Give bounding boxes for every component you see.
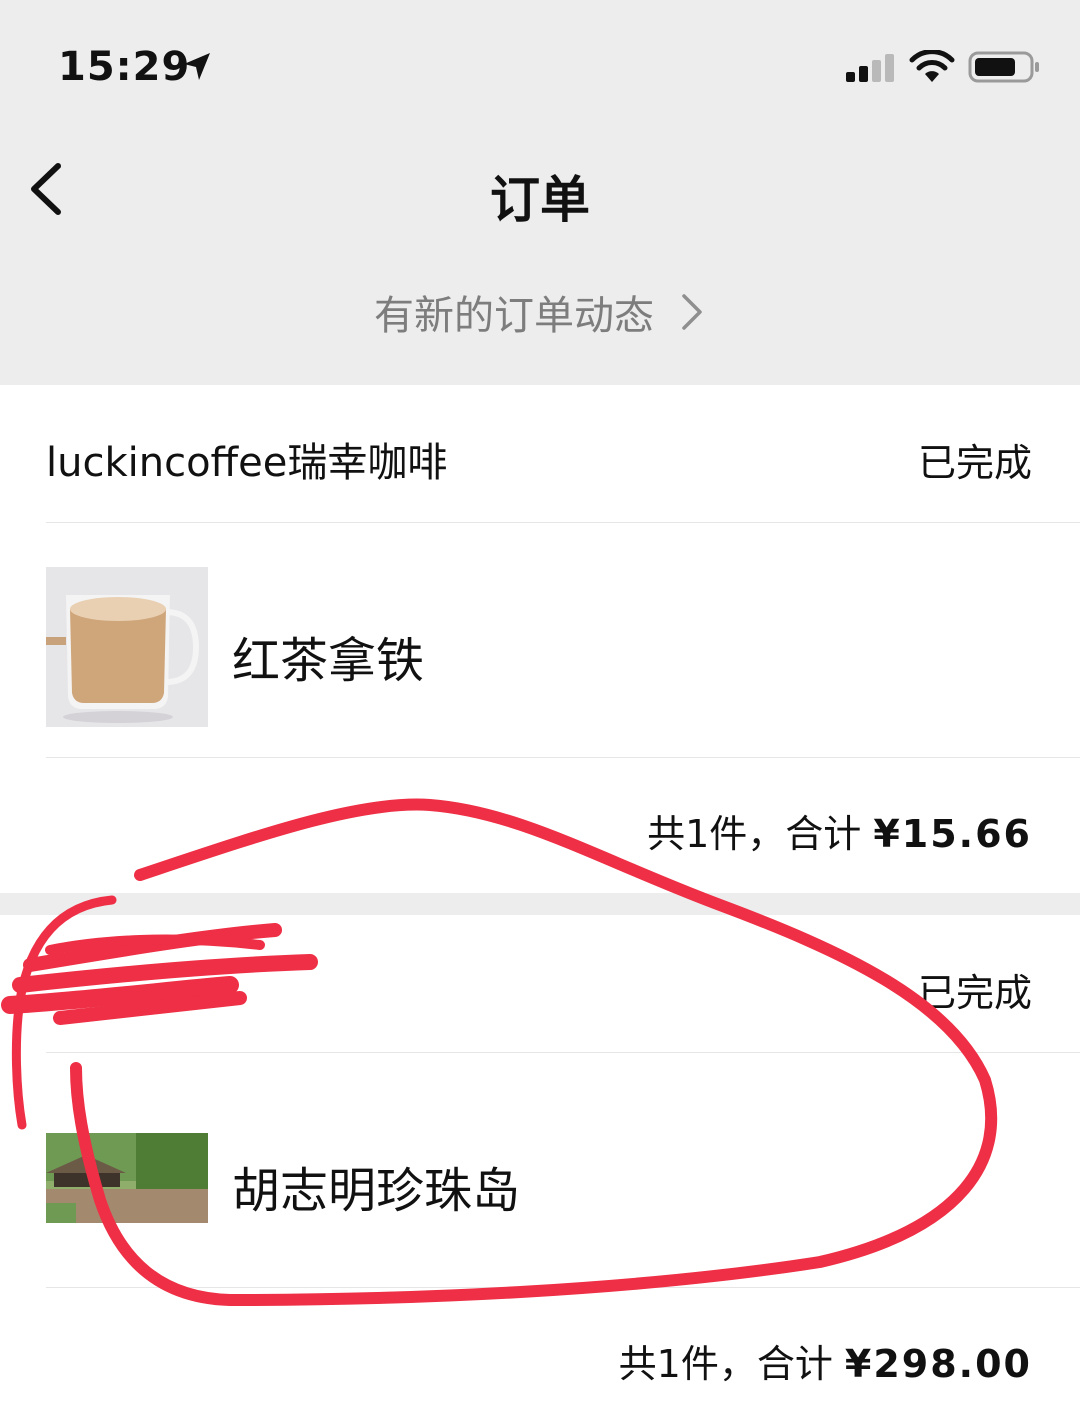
cellular-signal-icon	[846, 54, 894, 82]
card-separator	[0, 893, 1080, 915]
product-thumbnail	[46, 567, 208, 727]
order-news-label: 有新的订单动态	[374, 293, 654, 339]
order-summary: 共1件，合计 ¥298.00	[619, 1333, 1032, 1388]
status-time: 15:29	[58, 44, 191, 90]
chevron-right-icon	[682, 294, 702, 330]
order-status: 已完成	[917, 441, 1032, 485]
item-name: 红茶拿铁	[232, 633, 425, 689]
divider	[46, 1287, 1080, 1288]
item-name: 胡志明珍珠岛	[232, 1163, 521, 1219]
wifi-icon	[909, 50, 955, 82]
header: 15:29 订单 有新的订单动态	[0, 0, 1080, 385]
summary-count: 共1件，合计	[618, 1342, 833, 1386]
order-summary: 共1件，合计 ¥15.66	[647, 803, 1032, 858]
store-name: luckincoffee瑞幸咖啡	[46, 440, 448, 486]
location-arrow-icon	[184, 53, 210, 80]
order-card[interactable]: 已完成 胡志明珍珠岛 共1件，合计 ¥298.00	[0, 915, 1080, 1418]
product-thumbnail	[46, 1133, 208, 1223]
divider	[46, 757, 1080, 758]
order-status: 已完成	[917, 971, 1032, 1015]
order-total: ¥15.66	[873, 812, 1032, 856]
summary-count: 共1件，合计	[647, 812, 862, 856]
order-news-link[interactable]: 有新的订单动态	[0, 282, 1080, 342]
battery-icon	[968, 51, 1039, 83]
order-card[interactable]: luckincoffee瑞幸咖啡 已完成 红茶拿铁 共1件，合计 ¥15.66	[0, 385, 1080, 893]
divider	[46, 522, 1080, 523]
order-total: ¥298.00	[844, 1342, 1032, 1386]
divider	[46, 1052, 1080, 1053]
page-title: 订单	[490, 171, 590, 229]
